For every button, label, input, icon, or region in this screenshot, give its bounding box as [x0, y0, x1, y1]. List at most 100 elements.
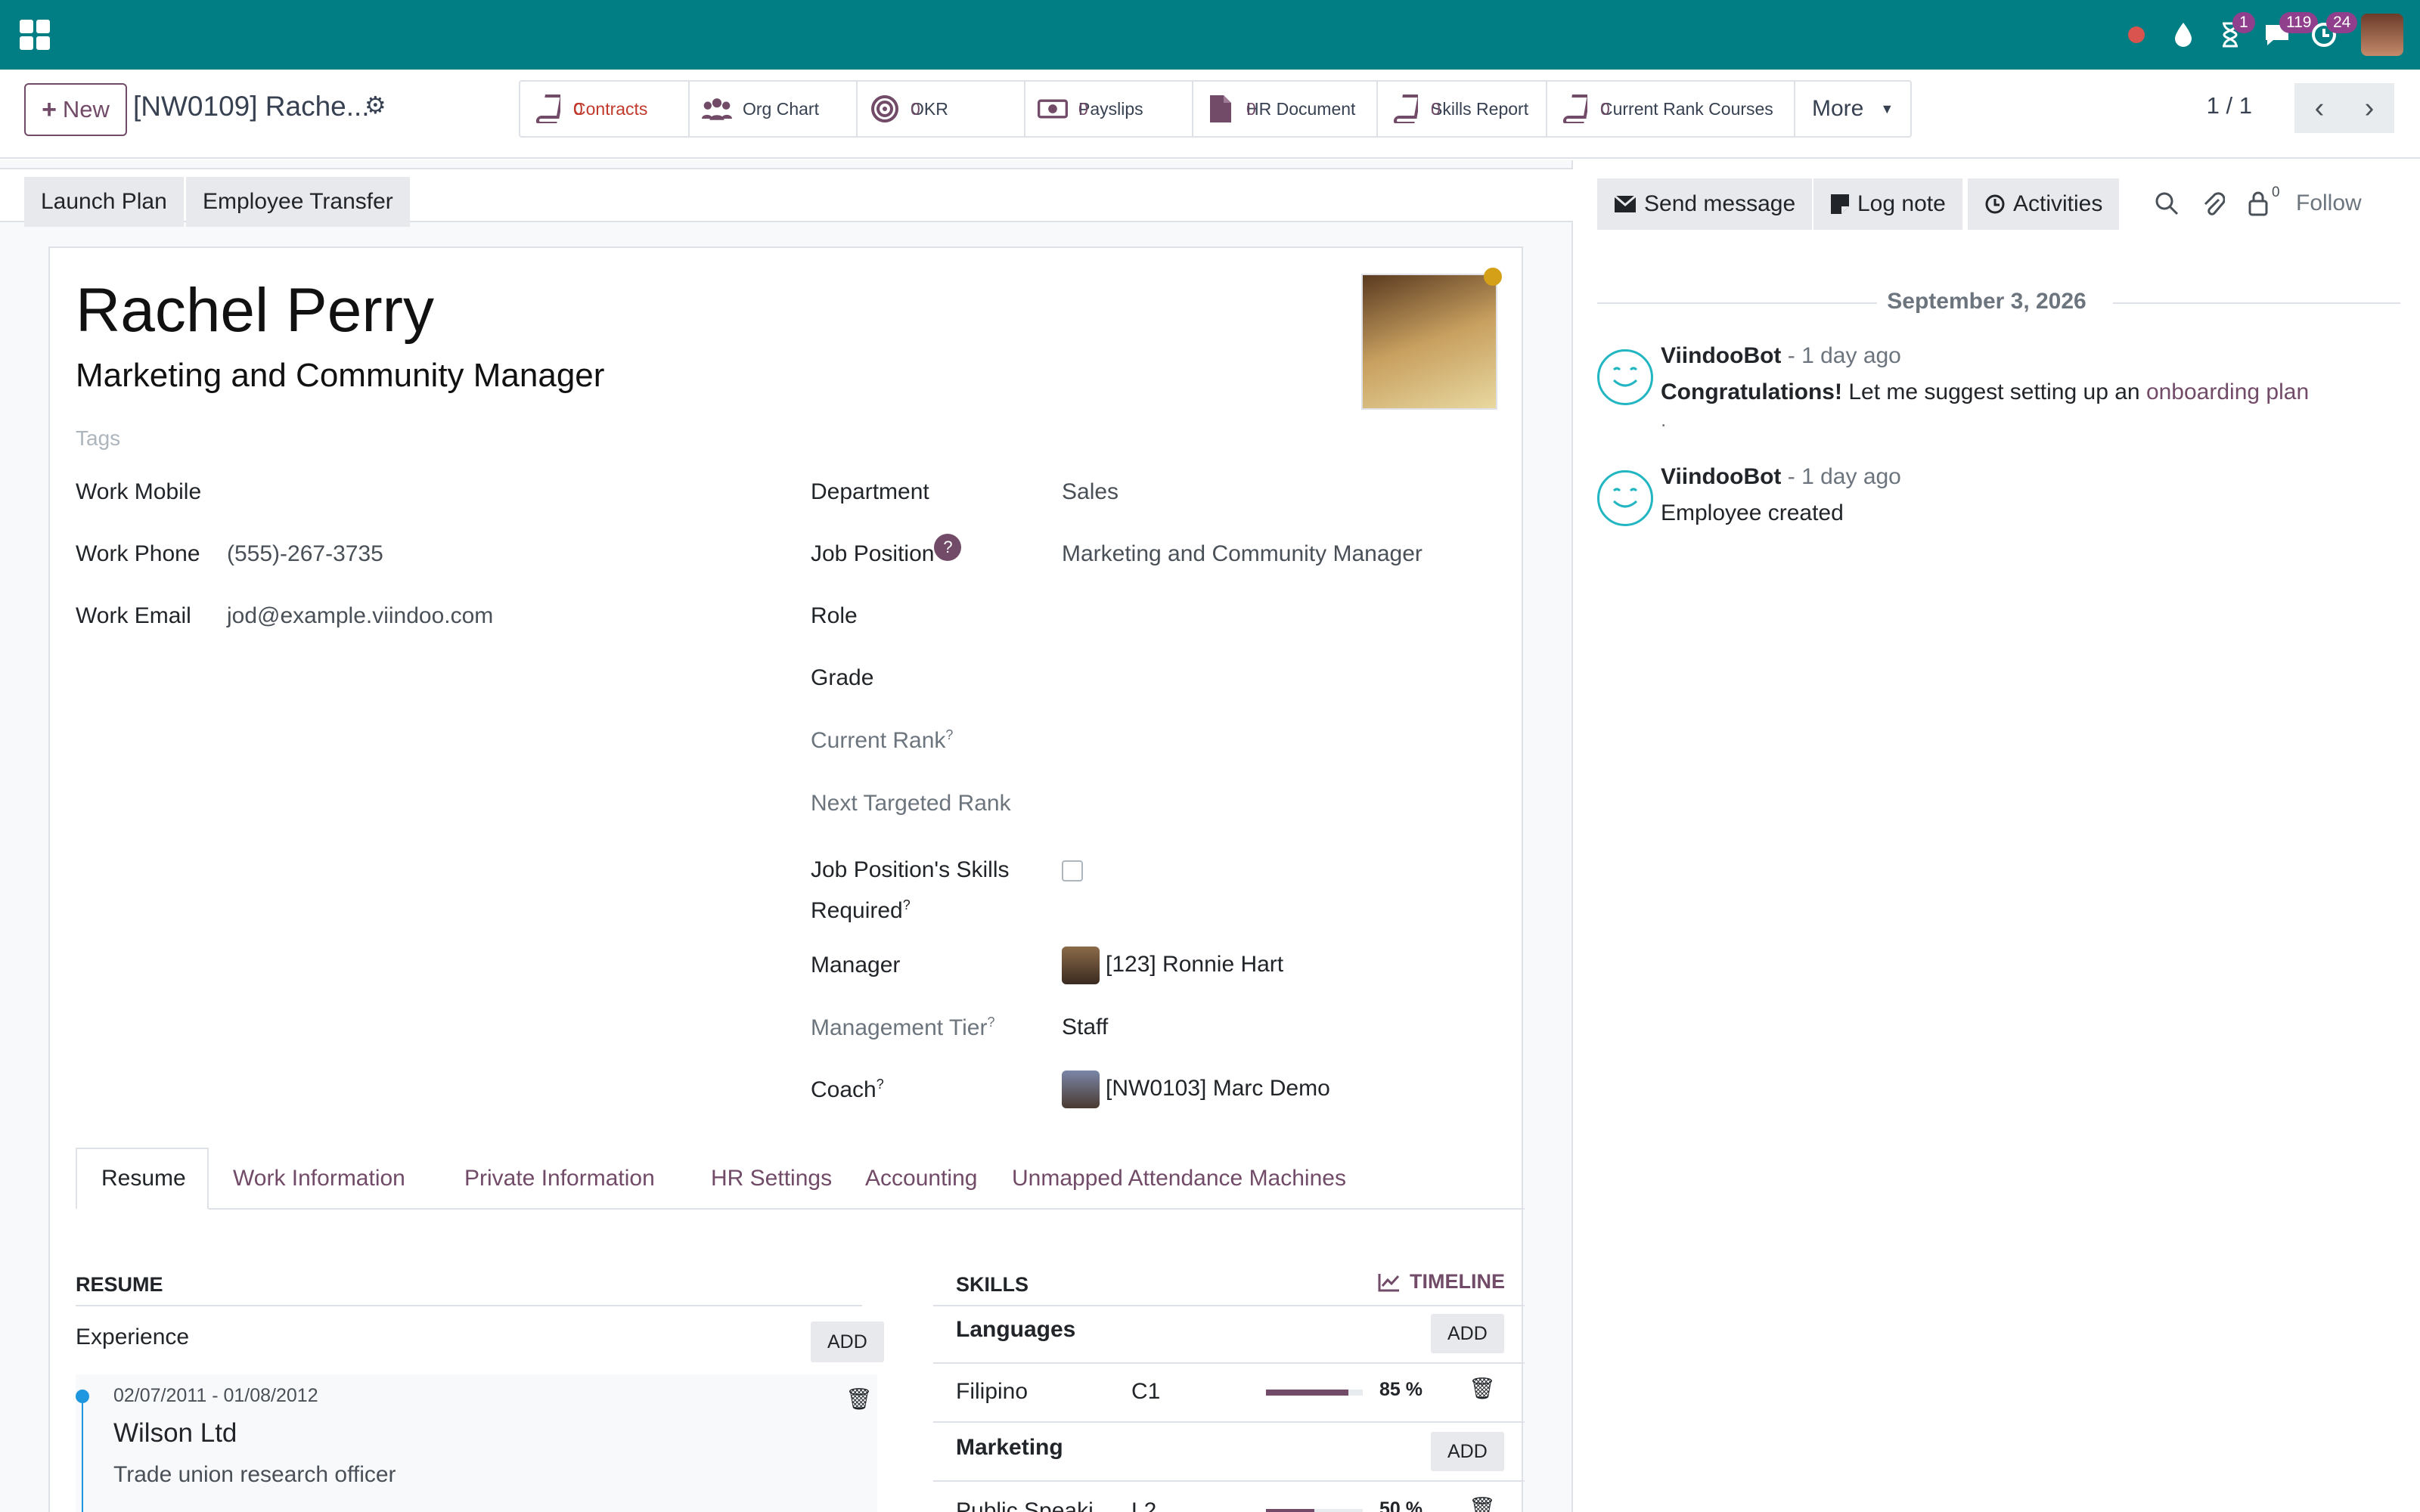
employee-transfer-button[interactable]: Employee Transfer	[186, 177, 410, 227]
tab-hr-settings[interactable]: HR Settings	[687, 1148, 856, 1210]
work-email-field[interactable]: jod@example.viindoo.com	[227, 603, 493, 629]
timeline-button[interactable]: TIMELINE	[1378, 1270, 1505, 1294]
smart-button-label: Payslips	[1078, 99, 1143, 119]
more-dropdown[interactable]: More ▼	[1795, 82, 1910, 136]
help-mark[interactable]: ?	[903, 897, 911, 912]
grade-label: Grade	[811, 665, 874, 690]
message-tail: .	[1661, 408, 1667, 431]
chevron-left-icon: ‹	[2314, 91, 2325, 124]
employee-photo[interactable]	[1361, 274, 1497, 410]
help-mark[interactable]: ?	[876, 1077, 884, 1092]
trash-icon[interactable]: 🗑	[1469, 1376, 1496, 1401]
department-label: Department	[811, 479, 929, 504]
pager-value[interactable]: 1 / 1	[2207, 92, 2252, 119]
message-text: Let me suggest setting up an	[1842, 380, 2146, 404]
form-view: Launch Plan Employee Transfer Rachel Per…	[0, 160, 1573, 1512]
tab-work-information[interactable]: Work Information	[209, 1148, 430, 1210]
help-mark[interactable]: ?	[945, 727, 953, 742]
management-tier-field[interactable]: Staff	[1062, 1015, 1108, 1040]
activity-badge: 24	[2326, 12, 2358, 33]
rank-courses-smart-button[interactable]: Current Rank Courses 0	[1547, 82, 1795, 136]
activities-label: Activities	[2013, 191, 2103, 216]
gear-icon[interactable]: ⚙	[365, 91, 386, 119]
onboarding-plan-link[interactable]: onboarding plan	[2146, 380, 2309, 404]
trash-icon[interactable]: 🗑	[845, 1387, 873, 1411]
search-icon[interactable]	[2154, 191, 2180, 222]
message-time: - 1 day ago	[1787, 464, 1901, 489]
skill-group-marketing: Marketing	[956, 1435, 1063, 1460]
log-note-label: Log note	[1857, 191, 1946, 216]
pager-next-button[interactable]: ›	[2344, 83, 2394, 133]
org-chart-smart-button[interactable]: Org Chart	[690, 82, 858, 136]
payslips-smart-button[interactable]: Payslips 0	[1025, 82, 1193, 136]
add-marketing-skill-button[interactable]: ADD	[1431, 1432, 1504, 1471]
bot-avatar[interactable]	[1597, 470, 1653, 526]
work-mobile-label: Work Mobile	[76, 479, 202, 504]
tab-accounting[interactable]: Accounting	[841, 1148, 1001, 1210]
trash-icon[interactable]: 🗑	[1469, 1495, 1496, 1512]
smart-button-label: HR Document	[1246, 99, 1356, 119]
coach-label: Coach?	[811, 1077, 884, 1103]
drop-icon[interactable]	[2160, 0, 2207, 70]
skill-name: Filipino	[956, 1379, 1028, 1404]
new-button-label: New	[62, 96, 110, 122]
manager-field[interactable]: [123] Ronnie Hart	[1062, 947, 1283, 984]
department-field[interactable]: Sales	[1062, 479, 1118, 505]
systray: 1 119 24	[2113, 0, 2420, 70]
chevron-right-icon: ›	[2364, 91, 2375, 124]
tab-unmapped-attendance-machines[interactable]: Unmapped Attendance Machines	[988, 1148, 1370, 1210]
tags-field[interactable]: Tags	[76, 426, 120, 451]
employee-job-title[interactable]: Marketing and Community Manager	[76, 357, 604, 395]
skill-row[interactable]: Public Speaki... L2 50 % 🗑	[933, 1482, 1525, 1512]
record-icon[interactable]	[2113, 0, 2160, 70]
resume-section-title: RESUME	[76, 1273, 163, 1296]
skills-required-checkbox[interactable]	[1062, 860, 1083, 881]
followers-lock-icon[interactable]	[2248, 191, 2269, 222]
tab-resume[interactable]: Resume	[76, 1148, 209, 1210]
job-position-field[interactable]: Marketing and Community Manager	[1062, 541, 1423, 567]
add-experience-button[interactable]: ADD	[811, 1321, 884, 1362]
divider	[933, 1305, 1525, 1306]
activity-clock-icon[interactable]: 24	[2301, 0, 2358, 70]
resume-dates: 02/07/2011 - 01/08/2012	[113, 1385, 318, 1406]
pager-previous-button[interactable]: ‹	[2294, 83, 2344, 133]
smart-button-value: 0	[1246, 99, 1256, 119]
skill-row[interactable]: Filipino C1 85 % 🗑	[933, 1364, 1525, 1421]
help-mark[interactable]: ?	[987, 1015, 994, 1030]
okr-smart-button[interactable]: OKR 0	[858, 82, 1025, 136]
log-note-button[interactable]: Log note	[1813, 178, 1962, 230]
app-menu-icon[interactable]	[20, 20, 50, 50]
new-button[interactable]: + New	[24, 83, 127, 136]
breadcrumb[interactable]: [NW0109] Rache...	[133, 91, 370, 122]
hourglass-icon[interactable]: 1	[2207, 0, 2255, 70]
send-message-button[interactable]: Send message	[1597, 178, 1813, 230]
contracts-smart-button[interactable]: Contracts 0	[520, 82, 690, 136]
help-icon[interactable]: ?	[934, 534, 962, 561]
follow-button[interactable]: Follow	[2296, 191, 2362, 216]
skills-section-title: SKILLS	[956, 1273, 1029, 1296]
coach-field[interactable]: [NW0103] Marc Demo	[1062, 1070, 1330, 1108]
user-avatar[interactable]	[2361, 14, 2403, 56]
skill-name: Public Speaki...	[956, 1498, 1112, 1512]
skills-report-smart-button[interactable]: Skills Report 0	[1378, 82, 1547, 136]
timeline-label: TIMELINE	[1410, 1270, 1505, 1293]
paperclip-icon[interactable]	[2202, 191, 2226, 224]
current-rank-label-text: Current Rank	[811, 728, 946, 753]
form-sheet: Rachel Perry Marketing and Community Man…	[48, 246, 1525, 1512]
tab-private-information[interactable]: Private Information	[440, 1148, 679, 1210]
bot-avatar[interactable]	[1597, 349, 1653, 405]
work-phone-field[interactable]: (555)-267-3735	[227, 541, 383, 567]
add-language-skill-button[interactable]: ADD	[1431, 1314, 1504, 1353]
message-author[interactable]: ViindooBot - 1 day ago	[1661, 343, 1901, 369]
message-body: Employee created	[1661, 500, 1844, 525]
resume-line[interactable]: 02/07/2011 - 01/08/2012 Wilson Ltd Trade…	[76, 1374, 877, 1512]
activities-button[interactable]: Activities	[1968, 178, 2120, 230]
skill-progress-bar	[1266, 1509, 1363, 1512]
hr-document-smart-button[interactable]: HR Document 0	[1193, 82, 1378, 136]
launch-plan-button[interactable]: Launch Plan	[24, 177, 184, 227]
employee-name[interactable]: Rachel Perry	[76, 275, 434, 346]
smart-buttons: Contracts 0 Org Chart OKR 0 Payslips 0 HR D…	[519, 80, 1913, 138]
message-author[interactable]: ViindooBot - 1 day ago	[1661, 464, 1901, 490]
chat-icon[interactable]: 119	[2254, 0, 2319, 70]
target-icon	[870, 94, 900, 124]
